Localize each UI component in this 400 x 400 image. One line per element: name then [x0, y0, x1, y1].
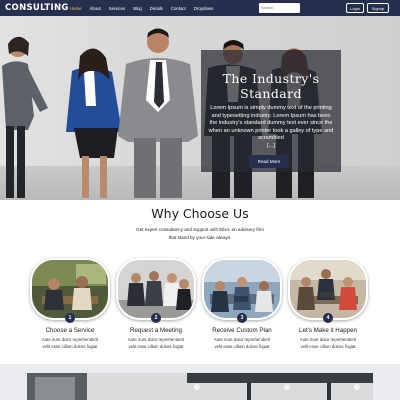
nav-link-about[interactable]: About [89, 6, 100, 11]
login-button[interactable]: Login [346, 3, 364, 13]
top-navbar: CONSULTING Home About Services Blog Deta… [0, 0, 400, 16]
step-title[interactable]: Request a Meeting [110, 327, 202, 334]
step-image-2 [118, 260, 194, 318]
step-description: Aute irure dolor reprehenderit velit ess… [110, 337, 202, 350]
nav-link-blog[interactable]: Blog [133, 6, 142, 11]
hero-person [118, 28, 198, 198]
section-subtitle: Get expert consultancy and support with … [110, 226, 290, 242]
next-section-image [27, 373, 373, 400]
section-subtitle-line-2: that stand by your side always. [168, 235, 232, 240]
hero-body-ellipsis: [...] [267, 142, 275, 149]
hero-title-line-1: The Industry's [222, 71, 320, 86]
step-title[interactable]: Receive Custom Plan [196, 327, 288, 334]
hero-section: The Industry's Standard Lorem Ipsum is s… [0, 16, 400, 200]
step-description-line-2: velit esse cillum dolore fugiat [300, 343, 356, 349]
nav-link-contact[interactable]: Contact [171, 6, 186, 11]
hero-body-text: Lorem Ipsum is simply dummy text of the … [207, 105, 335, 151]
hero-person [2, 36, 48, 198]
step-description-line-2: velit esse cillum dolore fugiat [42, 343, 98, 349]
section-title: Why Choose Us [151, 206, 249, 221]
step-number-badge: 1 [65, 313, 75, 323]
nav-links: Home About Services Blog Details Contact… [70, 6, 221, 11]
step-description: Aute irure dolor reprehenderit velit ess… [196, 337, 288, 350]
search-input[interactable] [259, 3, 300, 13]
step-description: Aute irure dolor reprehenderit velit ess… [24, 337, 116, 350]
nav-link-details[interactable]: Details [150, 6, 163, 11]
signup-button[interactable]: Signup [367, 3, 389, 13]
nav-link-home[interactable]: Home [70, 6, 81, 11]
step-image-3 [204, 260, 280, 318]
step-description-line-2: velit esse cillum dolore fugiat [128, 343, 184, 349]
step-number-badge: 4 [323, 313, 333, 323]
hero-person [66, 48, 122, 198]
step-image-1 [32, 260, 108, 318]
hero-title: The Industry's Standard [201, 71, 341, 101]
step-description: Aute irure dolor reprehenderit velit ess… [282, 337, 374, 350]
section-subtitle-line-1: Get expert consultancy and support with … [136, 227, 264, 232]
step-title[interactable]: Choose a Service [24, 327, 116, 334]
hero-title-line-2: Standard [240, 86, 302, 101]
hero-body-paragraph: Lorem Ipsum is simply dummy text of the … [208, 105, 334, 142]
brand-logo[interactable]: CONSULTING [5, 3, 68, 13]
step-image-4 [290, 260, 366, 318]
step-number-badge: 2 [151, 313, 161, 323]
step-number-badge: 3 [237, 313, 247, 323]
nav-link-services[interactable]: Services [109, 6, 125, 11]
nav-link-dropdown[interactable]: Dropdown [194, 6, 214, 11]
step-title[interactable]: Let's Make it Happen [282, 327, 374, 334]
read-more-button[interactable]: Read More [249, 155, 289, 168]
step-description-line-2: velit esse cillum dolore fugiat [214, 343, 270, 349]
